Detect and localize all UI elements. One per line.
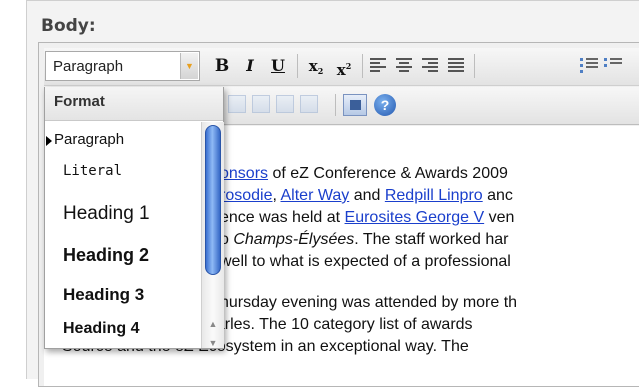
content-text: , [272,187,281,204]
format-select-value: Paragraph [53,58,124,75]
selected-caret-icon [46,136,52,146]
format-option-paragraph[interactable]: Paragraph [46,131,125,148]
source-view-icon [350,100,361,110]
subscript-button[interactable]: x2 [304,53,328,79]
scrollbar-thumb[interactable] [205,125,221,275]
numbered-list-icon[interactable] [604,56,622,74]
content-text: of eZ Conference & Awards 2009 [268,165,508,182]
format-select[interactable]: Paragraph ▼ [45,51,200,81]
align-left-icon[interactable] [370,58,386,72]
table-insert-icon[interactable] [228,95,246,113]
superscript-label: x [336,61,346,79]
scroll-down-arrow-icon[interactable]: ▼ [202,336,224,350]
table-cell-icon[interactable] [276,95,294,113]
bullet-list-icon[interactable] [580,56,598,74]
source-view-button[interactable] [343,94,367,116]
sponsor-link[interactable]: Alter Way [281,187,350,204]
format-option-label: Paragraph [54,131,125,148]
format-option-heading-2[interactable]: Heading 2 [63,245,149,266]
toolbar-divider [297,54,298,78]
toolbar-divider [474,54,475,78]
table-column-icon[interactable] [300,95,318,113]
content-line: well to what is expected of a profession… [220,253,511,270]
content-text: . The staff worked har [354,231,509,248]
content-text: ence was held at [220,209,345,226]
align-center-icon[interactable] [396,58,412,72]
sponsor-link[interactable]: Redpill Linpro [385,187,483,204]
content-text: ven [484,209,515,226]
superscript-button[interactable]: x2 [332,53,356,79]
format-option-heading-3[interactable]: Heading 3 [63,285,144,305]
format-option-literal[interactable]: Literal [63,163,122,179]
underline-button[interactable]: U [266,53,290,79]
table-row-icon[interactable] [252,95,270,113]
sponsors-link[interactable]: onsors [220,165,268,182]
format-dropdown: Format Paragraph Literal Heading 1 Headi… [44,87,224,349]
subscript-label: x [308,57,318,75]
superscript-mark: 2 [345,61,352,71]
content-line: rosodie, Alter Way and Redpill Linpro an… [220,186,513,206]
format-dropdown-header: Format [45,87,223,121]
format-option-heading-1[interactable]: Heading 1 [63,203,150,225]
dropdown-scrollbar[interactable]: ▲ ▼ [201,122,224,348]
subscript-mark: 2 [317,66,324,76]
chevron-down-icon[interactable]: ▼ [180,53,198,79]
scroll-up-arrow-icon[interactable]: ▲ [202,317,224,331]
content-line: ence was held at Eurosites George V ven [220,208,514,228]
content-emphasis: Champs-Élysées [233,231,355,248]
content-text: and [349,187,385,204]
sponsor-link[interactable]: rosodie [220,187,272,204]
content-line: o Champs-Élysées. The staff worked har [220,230,508,250]
toolbar-divider [335,94,336,116]
content-line: hursday evening was attended by more th [220,294,518,311]
content-text: anc [482,187,513,204]
align-right-icon[interactable] [422,58,438,72]
content-line: onsors of eZ Conference & Awards 2009 [220,164,508,184]
toolbar-divider [362,54,363,78]
body-field-label: Body: [41,16,96,36]
align-justify-icon[interactable] [448,58,464,72]
bold-button[interactable]: B [210,53,234,79]
help-icon[interactable]: ? [374,94,396,116]
format-option-heading-4[interactable]: Heading 4 [63,320,139,338]
italic-button[interactable]: I [238,53,262,79]
venue-link[interactable]: Eurosites George V [345,209,485,226]
